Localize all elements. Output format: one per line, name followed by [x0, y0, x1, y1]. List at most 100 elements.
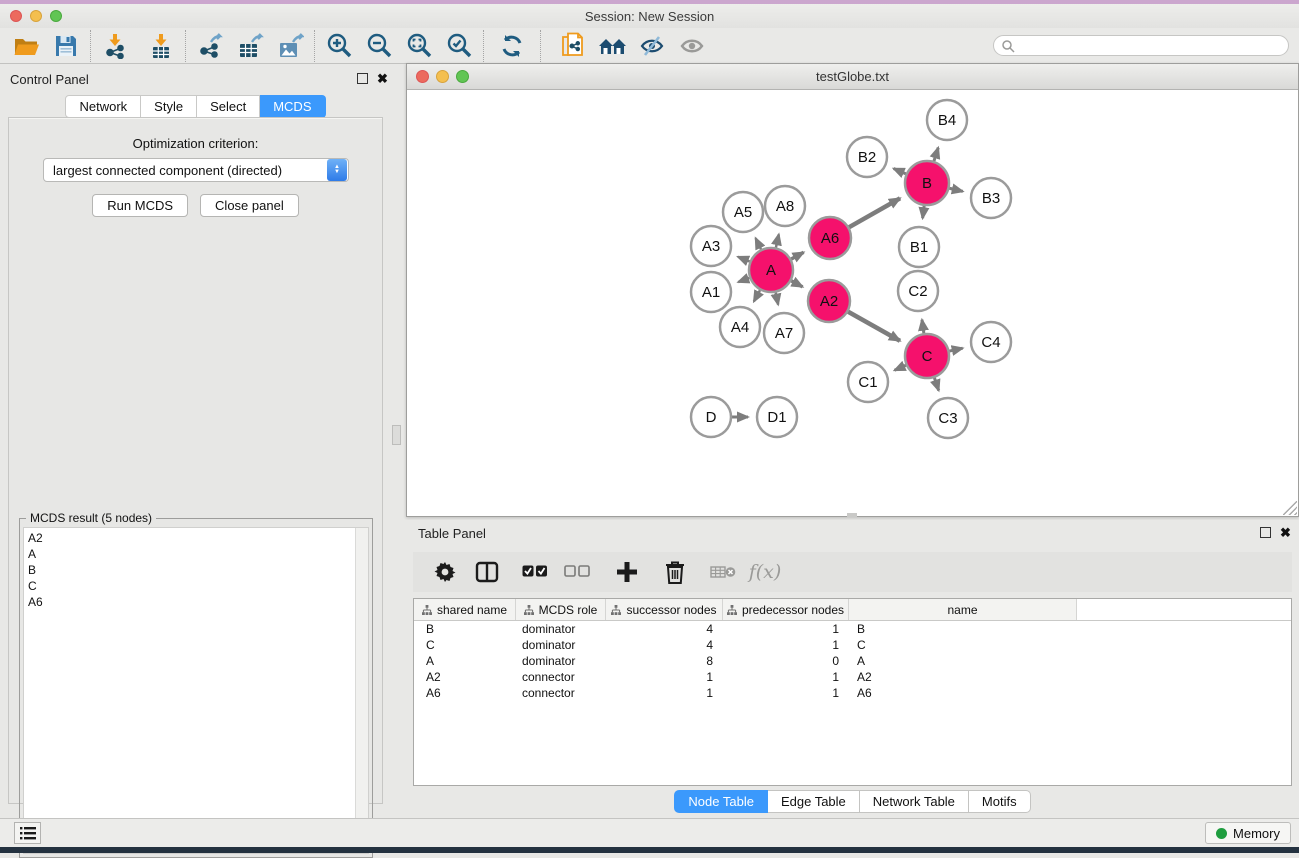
node-A2[interactable]: A2 [808, 280, 850, 322]
cell-successor-nodes[interactable]: 1 [606, 686, 723, 700]
network-canvas[interactable]: B4B2BB3A5A8A6A3B1AA1C2A2A4A7C4CC1C3DD1 [407, 90, 1298, 516]
edge-C-C4[interactable] [949, 348, 962, 351]
split-divider-grip[interactable] [392, 425, 401, 445]
tab-edge-table[interactable]: Edge Table [768, 790, 860, 813]
list-item[interactable]: A6 [28, 594, 43, 610]
select-all-button[interactable] [517, 556, 553, 588]
table-row[interactable]: A2 connector 1 1 A2 [414, 669, 1291, 685]
node-A7[interactable]: A7 [764, 313, 804, 353]
column-header-shared-name[interactable]: shared name [414, 599, 516, 620]
node-C4[interactable]: C4 [971, 322, 1011, 362]
table-row[interactable]: C dominator 4 1 C [414, 637, 1291, 653]
cell-name[interactable]: A [849, 654, 1077, 668]
list-item[interactable]: C [28, 578, 43, 594]
tab-network-table[interactable]: Network Table [860, 790, 969, 813]
zoom-fit-button[interactable] [399, 29, 439, 63]
edge-A-A5[interactable] [756, 238, 761, 249]
cell-mcds-role[interactable]: connector [516, 670, 606, 684]
cell-predecessor-nodes[interactable]: 1 [723, 686, 849, 700]
edge-B-B3[interactable] [949, 188, 962, 191]
cell-successor-nodes[interactable]: 1 [606, 670, 723, 684]
edge-A-A2[interactable] [791, 281, 802, 287]
edge-A2-C[interactable] [848, 312, 900, 341]
node-A3[interactable]: A3 [691, 226, 731, 266]
tab-mcds[interactable]: MCDS [260, 95, 325, 118]
node-C[interactable]: C [905, 334, 949, 378]
cell-predecessor-nodes[interactable]: 0 [723, 654, 849, 668]
function-builder-button[interactable]: f(x) [747, 556, 783, 588]
float-panel-icon[interactable] [1260, 527, 1271, 538]
export-image-button[interactable] [270, 29, 310, 63]
close-panel-icon[interactable]: ✖ [377, 71, 388, 87]
cell-successor-nodes[interactable]: 8 [606, 654, 723, 668]
tab-network[interactable]: Network [65, 95, 141, 118]
node-A8[interactable]: A8 [765, 186, 805, 226]
show-all-button[interactable] [673, 29, 713, 63]
refresh-button[interactable] [492, 29, 532, 63]
tab-style[interactable]: Style [141, 95, 197, 118]
edge-B-B2[interactable] [894, 169, 906, 174]
search-field[interactable] [993, 35, 1289, 56]
cell-name[interactable]: B [849, 622, 1077, 636]
memory-button[interactable]: Memory [1205, 822, 1291, 844]
edge-A-A1[interactable] [738, 278, 749, 282]
tab-select[interactable]: Select [197, 95, 260, 118]
export-network-button[interactable] [190, 29, 230, 63]
import-table-button[interactable] [141, 29, 181, 63]
clone-network-button[interactable] [553, 29, 593, 63]
export-table-button[interactable] [230, 29, 270, 63]
cell-name[interactable]: C [849, 638, 1077, 652]
column-header-name[interactable]: name [849, 599, 1077, 620]
node-A6[interactable]: A6 [809, 217, 851, 259]
column-header-mcds-role[interactable]: MCDS role [516, 599, 606, 620]
list-item[interactable]: A [28, 546, 43, 562]
search-input[interactable] [1015, 39, 1288, 53]
edge-A-A7[interactable] [776, 293, 778, 305]
list-item[interactable]: B [28, 562, 43, 578]
save-session-button[interactable] [46, 29, 86, 63]
cell-shared-name[interactable]: A2 [414, 670, 516, 684]
node-B[interactable]: B [905, 161, 949, 205]
zoom-selected-button[interactable] [439, 29, 479, 63]
home-button[interactable] [593, 29, 633, 63]
delete-table-button[interactable] [705, 556, 741, 588]
optimization-criterion-select[interactable]: largest connected component (directed) ▲… [43, 158, 349, 182]
node-B3[interactable]: B3 [971, 178, 1011, 218]
column-visibility-button[interactable] [469, 556, 505, 588]
list-item[interactable]: A2 [28, 530, 43, 546]
edge-C-C2[interactable] [922, 320, 924, 333]
edge-C-C3[interactable] [934, 378, 938, 391]
node-table[interactable]: shared name MCDS role successor nodes pr… [413, 598, 1292, 786]
cell-shared-name[interactable]: C [414, 638, 516, 652]
open-session-button[interactable] [6, 29, 46, 63]
node-A5[interactable]: A5 [723, 192, 763, 232]
task-history-button[interactable] [14, 822, 41, 844]
cell-predecessor-nodes[interactable]: 1 [723, 670, 849, 684]
close-panel-icon[interactable]: ✖ [1280, 525, 1291, 541]
node-D[interactable]: D [691, 397, 731, 437]
cell-name[interactable]: A2 [849, 670, 1077, 684]
node-C2[interactable]: C2 [898, 271, 938, 311]
cell-name[interactable]: A6 [849, 686, 1077, 700]
run-mcds-button[interactable]: Run MCDS [92, 194, 188, 217]
scrollbar[interactable] [355, 528, 368, 853]
edge-A-A8[interactable] [776, 234, 779, 247]
edge-A-A6[interactable] [791, 252, 803, 259]
float-panel-icon[interactable] [357, 73, 368, 84]
edge-A-A3[interactable] [738, 257, 750, 262]
delete-column-button[interactable] [657, 556, 693, 588]
table-row[interactable]: B dominator 4 1 B [414, 621, 1291, 637]
column-header-predecessor-nodes[interactable]: predecessor nodes [723, 599, 849, 620]
tab-motifs[interactable]: Motifs [969, 790, 1031, 813]
zoom-in-button[interactable] [319, 29, 359, 63]
cell-predecessor-nodes[interactable]: 1 [723, 638, 849, 652]
table-row[interactable]: A6 connector 1 1 A6 [414, 685, 1291, 701]
cell-mcds-role[interactable]: dominator [516, 622, 606, 636]
import-network-button[interactable] [95, 29, 135, 63]
cell-mcds-role[interactable]: dominator [516, 638, 606, 652]
node-A1[interactable]: A1 [691, 272, 731, 312]
add-column-button[interactable] [609, 556, 645, 588]
edge-B-B1[interactable] [923, 206, 925, 218]
deselect-all-button[interactable] [559, 556, 595, 588]
zoom-out-button[interactable] [359, 29, 399, 63]
